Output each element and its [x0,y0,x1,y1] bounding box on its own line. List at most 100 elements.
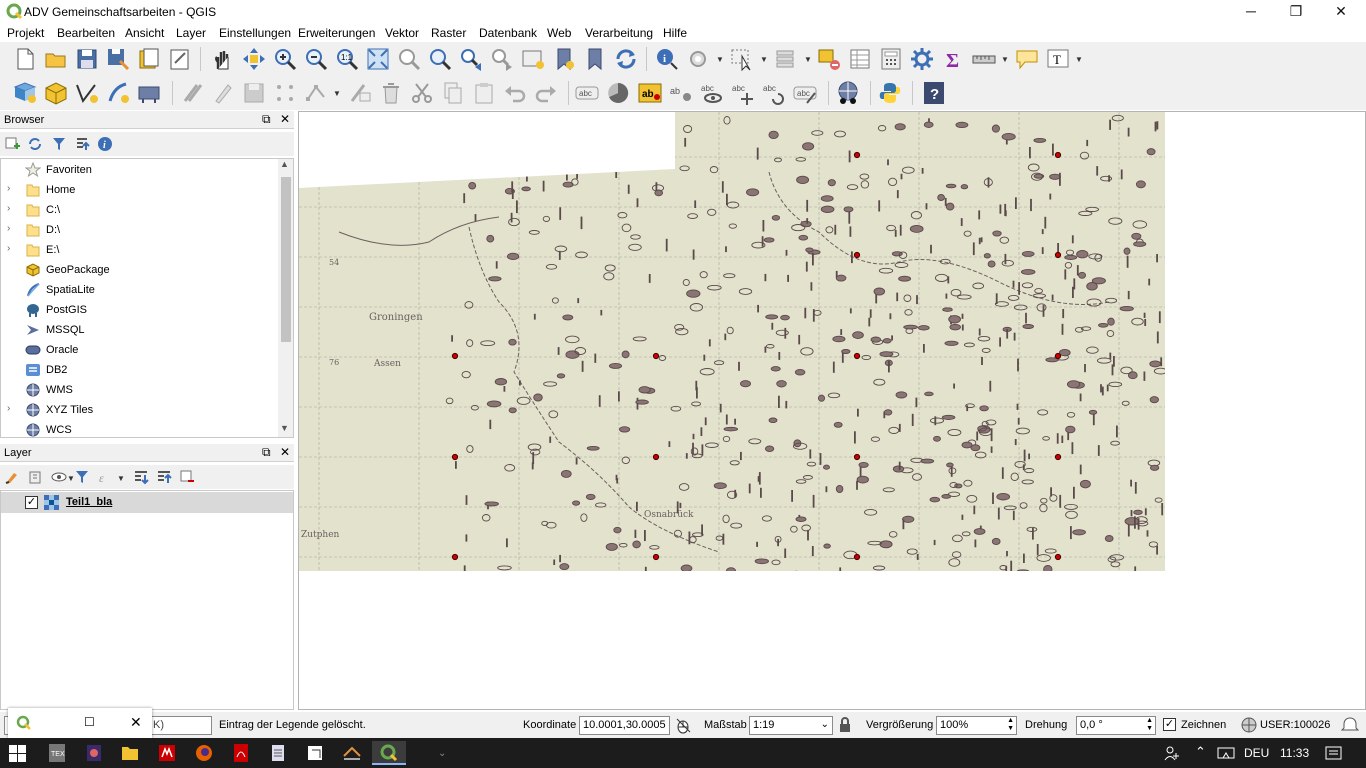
chevron-down-icon[interactable]: ▼ [804,55,812,64]
layer-labeling-icon[interactable]: abc [573,79,601,107]
minimize-button[interactable]: ─ [1228,0,1274,24]
spinbox-arrows-icon[interactable]: ▲ ▼ [1146,717,1153,733]
undo-icon[interactable] [501,79,529,107]
close-panel-icon[interactable]: ✕ [280,112,290,126]
save-edits-icon[interactable] [240,79,268,107]
highlight-pinned-labels-icon[interactable]: ab [636,79,664,107]
chevron-down-icon[interactable]: ▼ [117,474,125,483]
vertex-tool-icon[interactable] [302,79,330,107]
browser-item-db2[interactable]: DB2 [1,360,279,380]
grid-point-marker[interactable] [853,453,861,461]
chevron-up-icon[interactable]: ⌃ [1195,744,1206,760]
modify-attributes-icon[interactable] [346,79,374,107]
map-tips-icon[interactable] [1013,45,1041,73]
show-hide-labels-icon[interactable]: abc [698,79,726,107]
add-selected-layers-icon[interactable] [4,136,20,152]
open-project-icon[interactable] [42,45,70,73]
scanned-map-raster[interactable]: Groningen Assen Zutphen Osnabrück 54 76 [299,112,1365,709]
new-print-layout-icon[interactable] [135,45,163,73]
menu-bearbeiten[interactable]: Bearbeiten [57,26,115,40]
keyboard-language[interactable]: DEU [1244,746,1269,760]
web-services-globe-icon[interactable] [834,79,862,107]
people-icon[interactable] [1164,745,1181,762]
maximize-icon[interactable]: ☐ [84,715,95,729]
taskbar-pdf-reader-icon[interactable] [224,741,258,765]
attribute-table-icon[interactable] [846,45,874,73]
layer-visibility-checkbox[interactable]: ✓ [25,496,38,509]
map-canvas[interactable]: Groningen Assen Zutphen Osnabrück 54 76 [298,111,1366,710]
expand-all-icon[interactable] [133,469,149,485]
taskbar-firefox-icon[interactable] [187,741,221,765]
zoom-next-icon[interactable] [488,45,516,73]
field-calculator-icon[interactable] [877,45,905,73]
menu-datenbank[interactable]: Datenbank [479,26,537,40]
paste-features-icon[interactable] [470,79,498,107]
grid-point-marker[interactable] [1054,453,1062,461]
browser-item-d-drive[interactable]: › D:\ [1,220,279,240]
network-icon[interactable] [1217,746,1235,760]
chevron-right-icon[interactable]: › [7,183,10,194]
browser-scrollbar[interactable]: ▲ ▼ [278,159,293,437]
browser-item-e-drive[interactable]: › E:\ [1,240,279,260]
menu-web[interactable]: Web [547,26,571,40]
browser-item-favoriten[interactable]: Favoriten [1,160,279,180]
style-brush-icon[interactable] [4,469,20,485]
new-virtual-layer-icon[interactable] [135,79,163,107]
layer-diagram-icon[interactable] [604,79,632,107]
browser-item-xyz-tiles[interactable]: › XYZ Tiles [1,400,279,420]
python-console-icon[interactable] [876,79,904,107]
menu-layer[interactable]: Layer [176,26,206,40]
grid-point-marker[interactable] [1054,151,1062,159]
lock-icon[interactable] [838,717,852,733]
browser-item-c-drive[interactable]: › C:\ [1,200,279,220]
taskbar-preview-popup[interactable]: ☐ ✕ [8,708,152,738]
collapse-all-icon[interactable] [74,136,90,152]
browser-item-spatialite[interactable]: SpatiaLite [1,280,279,300]
close-panel-icon[interactable]: ✕ [280,445,290,459]
redo-icon[interactable] [532,79,560,107]
refresh-icon[interactable] [612,45,640,73]
menu-projekt[interactable]: Projekt [7,26,44,40]
filter-icon[interactable] [51,136,67,152]
add-feature-icon[interactable] [271,79,299,107]
crs-globe-icon[interactable] [1241,717,1257,733]
menu-raster[interactable]: Raster [431,26,466,40]
manage-themes-eye-icon[interactable] [51,469,67,485]
notifications-icon[interactable] [1325,745,1342,762]
grid-point-marker[interactable] [1054,553,1062,561]
grid-point-marker[interactable] [451,352,459,360]
zoom-out-icon[interactable] [302,45,330,73]
show-bookmarks-icon[interactable] [581,45,609,73]
browser-item-wms[interactable]: WMS [1,380,279,400]
grid-point-marker[interactable] [652,553,660,561]
pan-hand-icon[interactable] [209,45,237,73]
data-source-manager-icon[interactable] [11,79,39,107]
new-geopackage-layer-icon[interactable] [42,79,70,107]
rotate-label-icon[interactable]: abc [760,79,788,107]
magnifier-spinbox[interactable]: 100% ▲ ▼ [936,716,1017,735]
chevron-right-icon[interactable]: › [7,403,10,414]
chevron-right-icon[interactable]: › [7,243,10,254]
menu-verarbeitung[interactable]: Verarbeitung [585,26,653,40]
menu-ansicht[interactable]: Ansicht [125,26,164,40]
browser-item-oracle[interactable]: Oracle [1,340,279,360]
chevron-down-icon[interactable]: ⌄ [438,748,446,759]
measure-line-icon[interactable] [970,45,998,73]
add-group-icon[interactable] [27,469,43,485]
grid-point-marker[interactable] [853,251,861,259]
browser-item-home[interactable]: › Home [1,180,279,200]
float-panel-icon[interactable]: ⧉ [262,112,271,127]
zoom-last-icon[interactable] [457,45,485,73]
zoom-to-layer-icon[interactable] [426,45,454,73]
refresh-icon[interactable] [27,136,43,152]
coordinate-field[interactable]: 10.0001,30.0005 [579,716,670,735]
taskbar-file-explorer-icon[interactable] [113,741,147,765]
windows-start-icon[interactable] [9,745,26,762]
new-map-view-icon[interactable] [519,45,547,73]
taskbar-notepad-icon[interactable] [261,741,295,765]
scroll-down-icon[interactable]: ▼ [280,423,289,433]
grid-point-marker[interactable] [853,352,861,360]
scale-combobox[interactable]: 1:19 ⌄ [749,716,833,735]
grid-point-marker[interactable] [853,151,861,159]
zoom-full-icon[interactable] [364,45,392,73]
